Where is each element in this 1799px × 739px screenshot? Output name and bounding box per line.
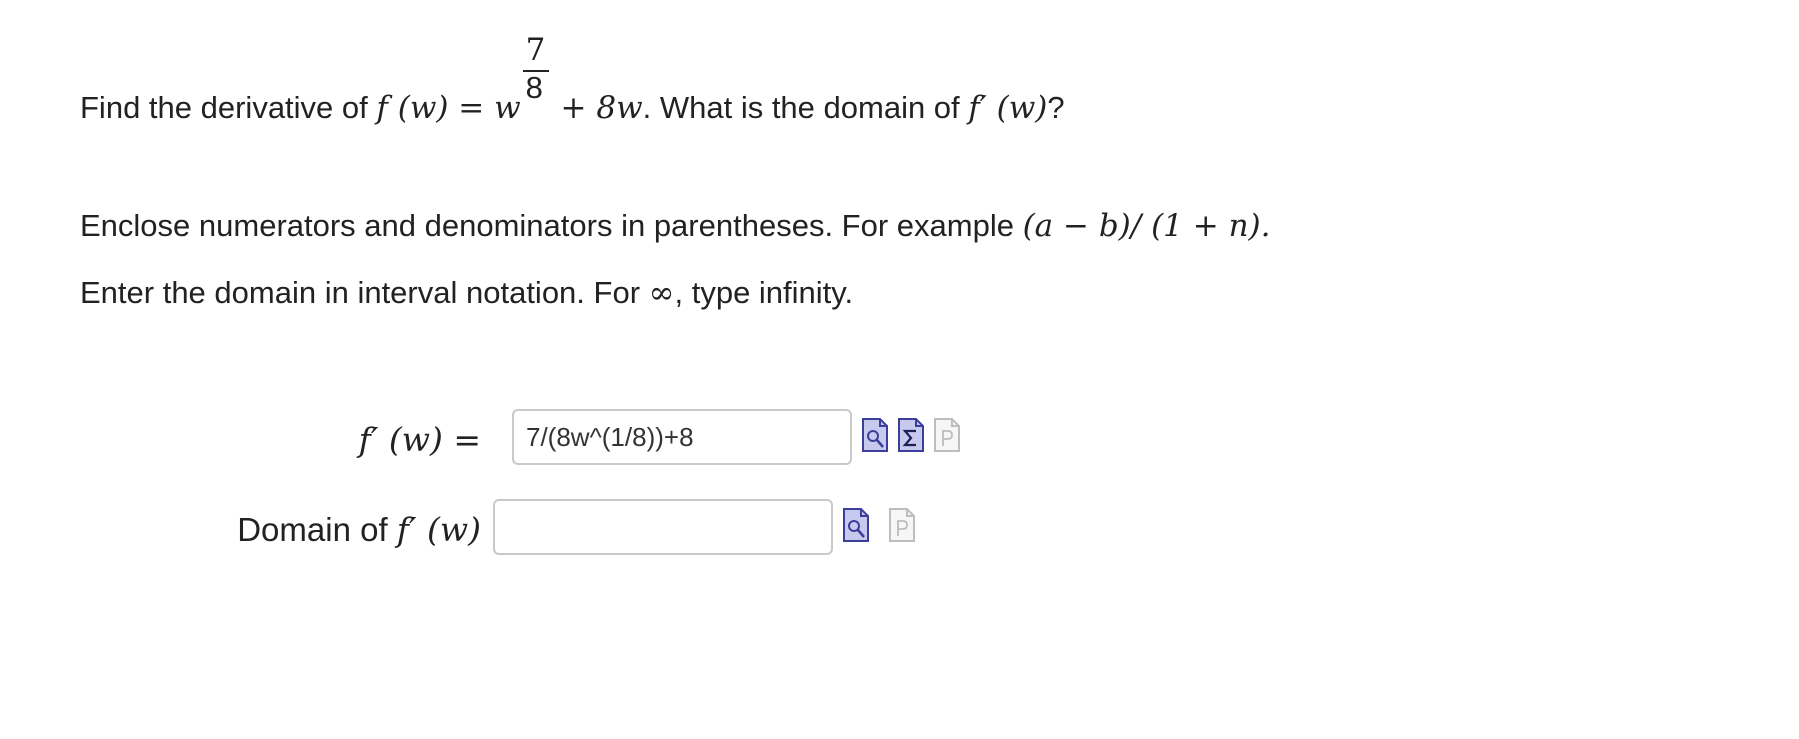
question-suffix: ? xyxy=(1047,90,1065,125)
help-icon[interactable] xyxy=(889,508,915,542)
question-prefix: Find the derivative of xyxy=(80,90,377,125)
instruction-parentheses: Enclose numerators and denominators in p… xyxy=(80,208,1271,244)
preview-icon[interactable] xyxy=(843,508,869,542)
infinity-symbol: ∞ xyxy=(648,275,675,311)
equation-editor-icon[interactable] xyxy=(898,418,924,452)
fprime-answer-input[interactable]: 7/(8w^(1/8))+8 xyxy=(512,409,852,465)
domain-label: Domain of f′ (w) xyxy=(237,510,481,549)
help-icon[interactable] xyxy=(934,418,960,452)
domain-answer-input[interactable] xyxy=(493,499,833,555)
question-text: Find the derivative of f (w) = w78 + 8w.… xyxy=(80,32,1065,126)
instruction-parentheses-text: Enclose numerators and denominators in p… xyxy=(80,208,1023,243)
exponent-fraction: 78 xyxy=(521,32,551,118)
preview-icon[interactable] xyxy=(862,418,888,452)
fprime-label: f′ (w) = xyxy=(358,420,481,459)
exponent-numerator: 7 xyxy=(525,32,546,68)
instruction-domain: Enter the domain in interval notation. F… xyxy=(80,275,853,311)
fprime-expression: f′ (w) xyxy=(968,90,1048,126)
function-lhs: f (w) = w xyxy=(376,90,521,126)
instruction-domain-text: Enter the domain in interval notation. F… xyxy=(80,275,649,310)
instruction-domain-suffix: , type infinity. xyxy=(674,275,854,310)
function-rest: + 8w xyxy=(550,90,643,126)
exponent-denominator: 8 xyxy=(525,70,543,105)
domain-label-math: f′ (w) xyxy=(396,510,481,549)
domain-label-text: Domain of xyxy=(237,511,397,548)
instruction-example: (a − b)/ (1 + n). xyxy=(1022,208,1271,244)
question-middle: . What is the domain of xyxy=(642,90,969,125)
